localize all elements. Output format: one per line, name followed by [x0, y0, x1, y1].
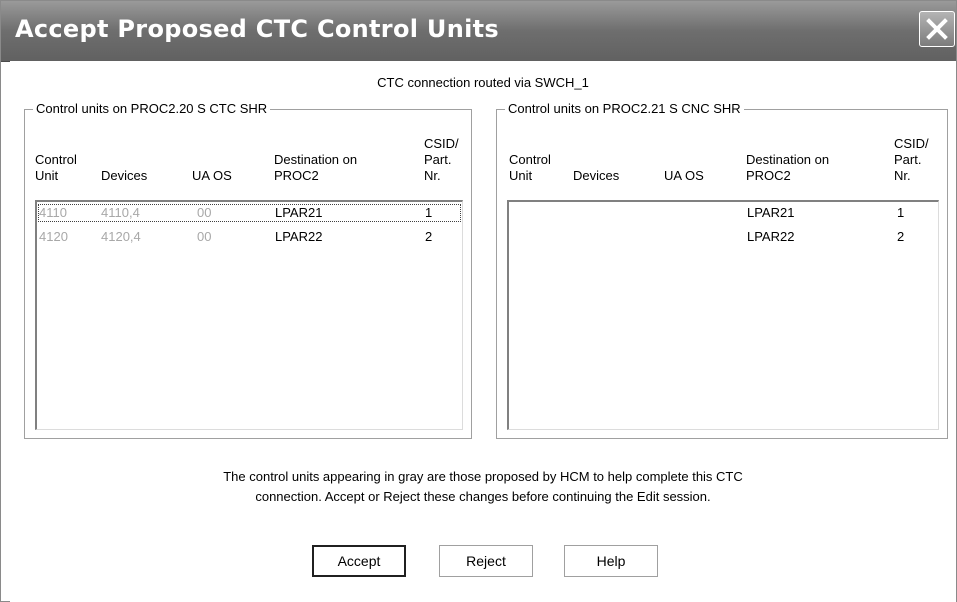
cell-csid: 2 — [897, 229, 905, 244]
cell-destination: LPAR22 — [275, 229, 323, 244]
header-csid-line3: Nr. — [424, 168, 441, 183]
cell-ua: 00 — [197, 229, 212, 244]
header-control-unit: Control Unit — [509, 152, 551, 184]
header-destination-line2: PROC2 — [274, 168, 319, 183]
header-csid-line1: CSID/ — [424, 136, 459, 151]
cell-devices: 4110,4 — [101, 205, 140, 220]
header-csid-line3: Nr. — [894, 168, 911, 183]
cell-destination: LPAR22 — [747, 229, 795, 244]
header-control-line1: Control — [509, 152, 551, 167]
header-destination: Destination on PROC2 — [274, 152, 357, 184]
cell-csid: 2 — [425, 229, 433, 244]
header-csid-line1: CSID/ — [894, 136, 929, 151]
reject-button[interactable]: Reject — [439, 545, 533, 577]
right-groupbox: Control units on PROC2.21 S CNC SHR Cont… — [496, 101, 948, 439]
header-csid-line2: Part. — [894, 152, 922, 167]
info-note: The control units appearing in gray are … — [10, 467, 956, 507]
window-title: Accept Proposed CTC Control Units — [15, 15, 499, 43]
cell-destination: LPAR21 — [275, 205, 323, 220]
header-destination: Destination on PROC2 — [746, 152, 829, 184]
header-ua-os: UA OS — [192, 168, 232, 183]
close-button[interactable] — [919, 11, 955, 47]
left-group-legend: Control units on PROC2.20 S CTC SHR — [33, 101, 271, 116]
header-csid-line2: Part. — [424, 152, 452, 167]
table-row[interactable]: LPAR22 2 — [509, 227, 938, 247]
header-destination-line2: PROC2 — [746, 168, 791, 183]
cell-destination: LPAR21 — [747, 205, 795, 220]
header-devices: Devices — [101, 168, 148, 183]
left-control-unit-list[interactable]: 4110 4110,4 00 LPAR21 1 4120 4120,4 00 L… — [35, 200, 463, 430]
accept-button[interactable]: Accept — [312, 545, 406, 577]
cell-control-unit: 4120 — [39, 229, 68, 244]
header-control-line1: Control — [35, 152, 77, 167]
note-line1: The control units appearing in gray are … — [223, 469, 743, 484]
table-row[interactable]: 4120 4120,4 00 LPAR22 2 — [37, 227, 462, 247]
header-control-unit: Control Unit — [35, 152, 77, 184]
header-destination-line1: Destination on — [746, 152, 830, 167]
route-text: CTC connection routed via SWCH_1 — [377, 75, 589, 90]
dialog-body: CTC connection routed via SWCH_1 Control… — [10, 61, 956, 602]
right-group-legend: Control units on PROC2.21 S CNC SHR — [505, 101, 744, 116]
table-row[interactable]: 4110 4110,4 00 LPAR21 1 — [37, 203, 462, 223]
title-bar[interactable]: Accept Proposed CTC Control Units — [1, 1, 956, 62]
header-control-line2: Unit — [509, 168, 533, 183]
dialog-window: Accept Proposed CTC Control Units CTC co… — [0, 0, 957, 602]
header-control-line2: Unit — [35, 168, 59, 183]
cell-csid: 1 — [425, 205, 433, 220]
header-ua-os: UA OS — [664, 168, 704, 183]
left-groupbox: Control units on PROC2.20 S CTC SHR Cont… — [24, 101, 472, 439]
cell-ua: 00 — [197, 205, 212, 220]
help-button[interactable]: Help — [564, 545, 658, 577]
cell-control-unit: 4110 — [39, 205, 67, 220]
table-row[interactable]: LPAR21 1 — [509, 203, 938, 223]
close-icon — [926, 18, 948, 40]
header-devices: Devices — [573, 168, 620, 183]
note-line2: connection. Accept or Reject these chang… — [255, 489, 711, 504]
cell-devices: 4120,4 — [101, 229, 141, 244]
right-control-unit-list[interactable]: LPAR21 1 LPAR22 2 — [507, 200, 939, 430]
cell-csid: 1 — [897, 205, 905, 220]
header-csid: CSID/ Part. Nr. — [424, 136, 459, 184]
header-csid: CSID/ Part. Nr. — [894, 136, 929, 184]
header-destination-line1: Destination on — [274, 152, 358, 167]
